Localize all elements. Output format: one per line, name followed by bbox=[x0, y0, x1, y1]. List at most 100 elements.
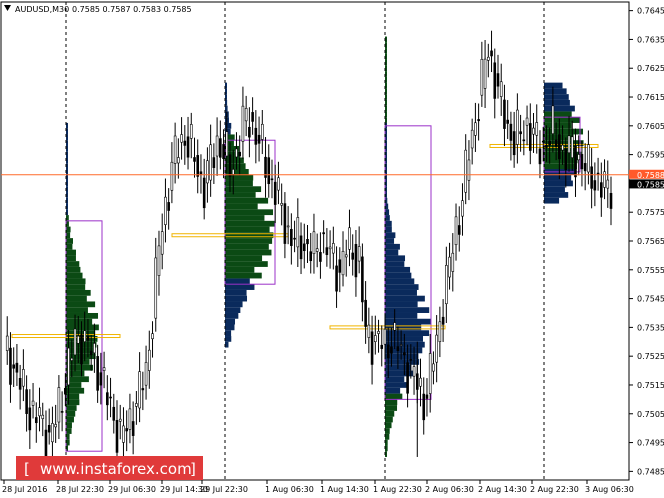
y-tick-label: 0.7495 bbox=[637, 439, 664, 448]
candle-body bbox=[51, 423, 54, 443]
profile-bar bbox=[225, 209, 274, 216]
candle-body bbox=[351, 252, 355, 260]
candle-body bbox=[128, 408, 132, 430]
profile-bar bbox=[225, 301, 243, 308]
candle-body bbox=[306, 239, 309, 245]
candle-body bbox=[451, 252, 455, 272]
candle-body bbox=[280, 203, 283, 206]
x-tick-label: 3 Aug 06:30 bbox=[585, 485, 634, 494]
candle-body bbox=[60, 411, 64, 413]
candle-body bbox=[354, 244, 358, 278]
candle-body bbox=[480, 58, 484, 96]
candle-body bbox=[490, 50, 493, 57]
candle-body bbox=[41, 414, 45, 419]
profile-bar bbox=[385, 312, 418, 319]
candle-body bbox=[109, 396, 112, 399]
candle-body bbox=[131, 421, 135, 436]
candle-body bbox=[93, 343, 96, 354]
profile-bar bbox=[66, 301, 96, 308]
candle-body bbox=[374, 335, 377, 342]
candle-body bbox=[157, 245, 161, 276]
candle-body bbox=[538, 148, 542, 165]
candle-body bbox=[577, 154, 581, 161]
candle-body bbox=[267, 157, 271, 185]
profile-bar bbox=[225, 169, 249, 175]
candle-body bbox=[277, 177, 280, 191]
candle-body bbox=[357, 246, 361, 262]
profile-bar bbox=[225, 220, 275, 227]
y-tick-label: 0.7555 bbox=[637, 266, 664, 275]
candle-body bbox=[170, 161, 174, 191]
candle-body bbox=[270, 178, 274, 181]
candle-body bbox=[393, 322, 396, 331]
profile-bar bbox=[66, 312, 99, 319]
profile-bar bbox=[225, 318, 236, 325]
candle-body bbox=[22, 369, 25, 387]
profile-bar bbox=[385, 272, 412, 279]
profile-bar bbox=[66, 428, 72, 434]
candle-body bbox=[496, 73, 500, 87]
profile-bar bbox=[66, 232, 71, 239]
candle-body bbox=[435, 334, 438, 363]
profile-bar bbox=[544, 99, 570, 106]
y-tick-label: 0.7535 bbox=[637, 323, 664, 332]
candle-body bbox=[193, 157, 196, 162]
candle-body bbox=[525, 117, 529, 126]
profile-bar bbox=[225, 157, 244, 164]
candle-body bbox=[483, 58, 487, 89]
price-tag-red-label: 0.7588 bbox=[637, 171, 664, 180]
candle-body bbox=[202, 177, 206, 209]
profile-bar bbox=[225, 180, 253, 187]
y-tick-label: 0.7615 bbox=[637, 93, 664, 102]
candle-body bbox=[160, 231, 164, 255]
profile-bar bbox=[225, 215, 265, 221]
candle-body bbox=[57, 387, 61, 423]
candle-body bbox=[493, 62, 497, 99]
candle-body bbox=[302, 243, 306, 252]
candle-body bbox=[206, 160, 209, 184]
y-tick-label: 0.7515 bbox=[637, 381, 664, 390]
candle-body bbox=[438, 321, 442, 343]
candle-body bbox=[606, 179, 610, 189]
profile-bar bbox=[225, 255, 263, 262]
candle-body bbox=[67, 347, 70, 386]
candle-body bbox=[432, 363, 435, 372]
x-tick-label: 1 Aug 22:30 bbox=[373, 485, 422, 494]
candle-body bbox=[44, 429, 48, 460]
profile-bar bbox=[66, 226, 71, 233]
y-tick-label: 0.7545 bbox=[637, 295, 664, 304]
profile-bar bbox=[225, 307, 241, 313]
candle-body bbox=[590, 166, 593, 189]
candle-body bbox=[338, 259, 342, 273]
profile-bar bbox=[66, 249, 76, 256]
profile-bar bbox=[225, 295, 248, 302]
profile-bar bbox=[544, 186, 565, 193]
profile-bar bbox=[385, 278, 415, 285]
candle-body bbox=[528, 123, 532, 151]
candle-body bbox=[600, 182, 603, 198]
profile-bar bbox=[385, 416, 393, 423]
candle-body bbox=[309, 251, 313, 262]
candle-body bbox=[147, 349, 151, 371]
candle-body bbox=[5, 335, 9, 351]
y-tick-label: 0.7625 bbox=[637, 64, 664, 73]
profile-bar bbox=[66, 399, 80, 406]
candle-body bbox=[396, 346, 400, 352]
candle-body bbox=[361, 256, 364, 303]
watermark-text: www.instaforex.com bbox=[40, 460, 192, 478]
candle-body bbox=[296, 217, 300, 248]
y-tick-label: 0.7635 bbox=[637, 35, 664, 44]
profile-bar bbox=[385, 433, 390, 440]
profile-bar bbox=[66, 439, 70, 446]
profile-bar bbox=[385, 307, 430, 313]
candle-body bbox=[448, 256, 451, 278]
profile-bar bbox=[66, 433, 70, 440]
candle-body bbox=[516, 109, 519, 145]
profile-bar bbox=[66, 289, 91, 296]
profile-bar bbox=[225, 272, 262, 279]
y-tick-label: 0.7485 bbox=[637, 467, 664, 476]
candle-body bbox=[251, 112, 254, 122]
candle-body bbox=[587, 144, 590, 173]
candle-body bbox=[419, 377, 422, 387]
candle-body bbox=[470, 129, 474, 149]
